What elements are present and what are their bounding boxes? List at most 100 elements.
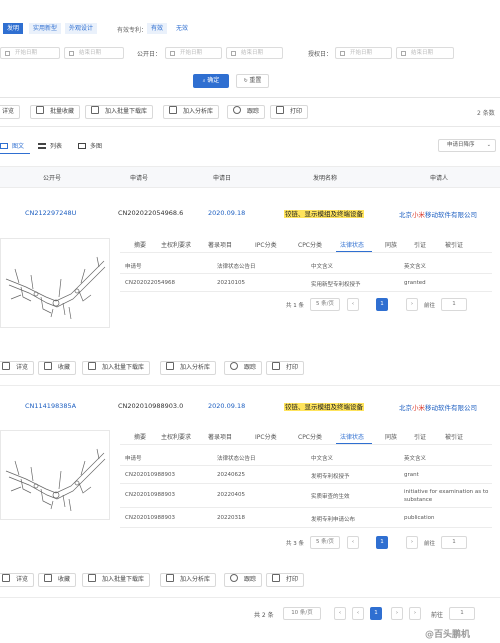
bottom-page-size-select[interactable]: 10 条/页 <box>283 607 321 620</box>
tab-abstract[interactable]: 摘要 <box>134 432 146 441</box>
view-list-tab[interactable]: 列表 <box>38 141 62 150</box>
record-title[interactable]: 铰链、显示模组及终端设备 <box>284 208 364 218</box>
detail-button[interactable]: 详览 <box>0 105 21 119</box>
bulk-collect-button[interactable]: 批量收藏 <box>30 105 81 119</box>
list-icon <box>38 143 46 149</box>
bottom-next-page-button[interactable]: › <box>391 607 403 620</box>
collect-icon <box>44 574 52 582</box>
grant-date-end-input[interactable]: 结束日期 <box>396 47 454 59</box>
sort-select[interactable]: 申请日降序 ⌄ <box>438 139 496 152</box>
bottom-page-1-button[interactable]: 1 <box>370 607 382 620</box>
tab-family[interactable]: 同族 <box>385 240 397 249</box>
chart-icon <box>166 362 174 370</box>
column-header-app-no: 申请号 <box>130 175 149 182</box>
legal-cell: CN202010988903 <box>125 515 175 521</box>
collect-icon <box>36 106 44 114</box>
legal-cell: 发明专利权授予 <box>311 474 350 480</box>
record-detail-button[interactable]: 详览 <box>0 361 35 375</box>
prev-page-button[interactable]: ‹ <box>347 298 359 311</box>
tab-cpc[interactable]: CPC分类 <box>298 240 322 249</box>
record-track-button[interactable]: 跟踪 <box>224 573 263 587</box>
calendar-icon <box>401 51 406 56</box>
tab-main-claim[interactable]: 主权利要求 <box>161 240 191 249</box>
tab-family[interactable]: 同族 <box>385 432 397 441</box>
validity-chip-invalid[interactable]: 无效 <box>172 23 193 34</box>
bottom-page-prev-button[interactable]: ‹ <box>352 607 364 620</box>
pub-date-start-input[interactable]: 开始日期 <box>165 47 222 59</box>
legal-cell: 实质审查的生效 <box>311 494 350 500</box>
next-page-button[interactable]: › <box>406 298 418 311</box>
track-button[interactable]: 跟踪 <box>227 105 266 119</box>
record-applicant[interactable]: 北京小米移动软件有限公司 <box>399 209 477 219</box>
tab-legal-status[interactable]: 法律状态 <box>340 240 364 249</box>
record-add-bulk-download-button[interactable]: 加入批量下载库 <box>82 573 151 587</box>
record-collect-button[interactable]: 收藏 <box>38 573 77 587</box>
tab-cited-by[interactable]: 被引证 <box>445 240 463 249</box>
chevron-down-icon: ⌄ <box>486 142 491 148</box>
record-title[interactable]: 铰链、显示模组及终端设备 <box>284 401 364 411</box>
date-start-input-1[interactable]: 开始日期 <box>0 47 60 59</box>
type-chip-utility[interactable]: 实用新型 <box>29 23 62 34</box>
next-page-button[interactable]: › <box>406 536 418 549</box>
tab-ipc[interactable]: IPC分类 <box>255 240 277 249</box>
table-row-divider <box>120 465 492 466</box>
type-chip-design[interactable]: 外观设计 <box>65 23 98 34</box>
patent-drawing-thumbnail[interactable] <box>0 238 110 328</box>
record-add-analysis-button[interactable]: 加入分析库 <box>160 573 217 587</box>
legal-cell: CN202010988903 <box>125 492 175 498</box>
tab-main-claim[interactable]: 主权利要求 <box>161 432 191 441</box>
view-multi-image-tab[interactable]: 多图 <box>78 141 102 150</box>
record-pub-no[interactable]: CN114198385A <box>25 402 76 410</box>
add-bulk-download-button[interactable]: 加入批量下载库 <box>85 105 154 119</box>
goto-page-input[interactable]: 1 <box>441 536 467 549</box>
tab-cited-by[interactable]: 被引证 <box>445 432 463 441</box>
tab-legal-status[interactable]: 法律状态 <box>340 432 364 441</box>
page-size-select[interactable]: 5 条/页 <box>310 536 340 549</box>
detail-icon <box>2 574 10 582</box>
grant-date-start-input[interactable]: 开始日期 <box>335 47 392 59</box>
type-chip-invention[interactable]: 发明 <box>3 23 24 34</box>
goto-page-input[interactable]: 1 <box>441 298 467 311</box>
bottom-pager-total: 共 2 条 <box>254 612 274 619</box>
tab-ipc[interactable]: IPC分类 <box>255 432 277 441</box>
date-end-input-1[interactable]: 结束日期 <box>64 47 124 59</box>
record-applicant[interactable]: 北京小米移动软件有限公司 <box>399 402 477 412</box>
collect-icon <box>44 362 52 370</box>
page-1-button[interactable]: 1 <box>376 536 388 549</box>
goto-label: 前往 <box>424 541 436 547</box>
tab-citation[interactable]: 引证 <box>414 432 426 441</box>
record-add-analysis-button[interactable]: 加入分析库 <box>160 361 217 375</box>
pub-date-end-input[interactable]: 结束日期 <box>226 47 283 59</box>
record-print-button[interactable]: 打印 <box>266 573 305 587</box>
bottom-goto-page-input[interactable]: 1 <box>449 607 475 620</box>
patent-drawing-thumbnail[interactable] <box>0 430 110 520</box>
reset-button[interactable]: ↻ 重置 <box>236 74 269 88</box>
tab-bibliographic[interactable]: 著录项目 <box>208 240 232 249</box>
record-detail-button[interactable]: 详览 <box>0 573 35 587</box>
bottom-prev-page-button[interactable]: ‹ <box>334 607 346 620</box>
print-button[interactable]: 打印 <box>270 105 309 119</box>
tab-citation[interactable]: 引证 <box>414 240 426 249</box>
tab-bibliographic[interactable]: 著录项目 <box>208 432 232 441</box>
legal-cell: 发明专利申请公布 <box>311 517 356 523</box>
table-row-divider <box>120 483 492 484</box>
record-add-bulk-download-button[interactable]: 加入批量下载库 <box>82 361 151 375</box>
bottom-last-page-button[interactable]: › <box>409 607 421 620</box>
record-track-button[interactable]: 跟踪 <box>224 361 263 375</box>
tab-abstract[interactable]: 摘要 <box>134 240 146 249</box>
validity-chip-valid[interactable]: 有效 <box>147 23 168 34</box>
add-analysis-button[interactable]: 加入分析库 <box>163 105 220 119</box>
record-print-button[interactable]: 打印 <box>266 361 305 375</box>
page-1-button[interactable]: 1 <box>376 298 388 311</box>
prev-page-button[interactable]: ‹ <box>347 536 359 549</box>
track-icon <box>230 574 238 582</box>
view-tab-underline <box>0 153 30 154</box>
legal-cell: granted <box>404 280 426 286</box>
page-size-select[interactable]: 5 条/页 <box>310 298 340 311</box>
confirm-button[interactable]: ⌕ 确定 <box>193 74 229 88</box>
record-pub-no[interactable]: CN212297248U <box>25 209 76 217</box>
tab-cpc[interactable]: CPC分类 <box>298 432 322 441</box>
divider <box>0 97 500 98</box>
view-image-text-tab[interactable]: 图文 <box>0 141 24 150</box>
record-collect-button[interactable]: 收藏 <box>38 361 77 375</box>
